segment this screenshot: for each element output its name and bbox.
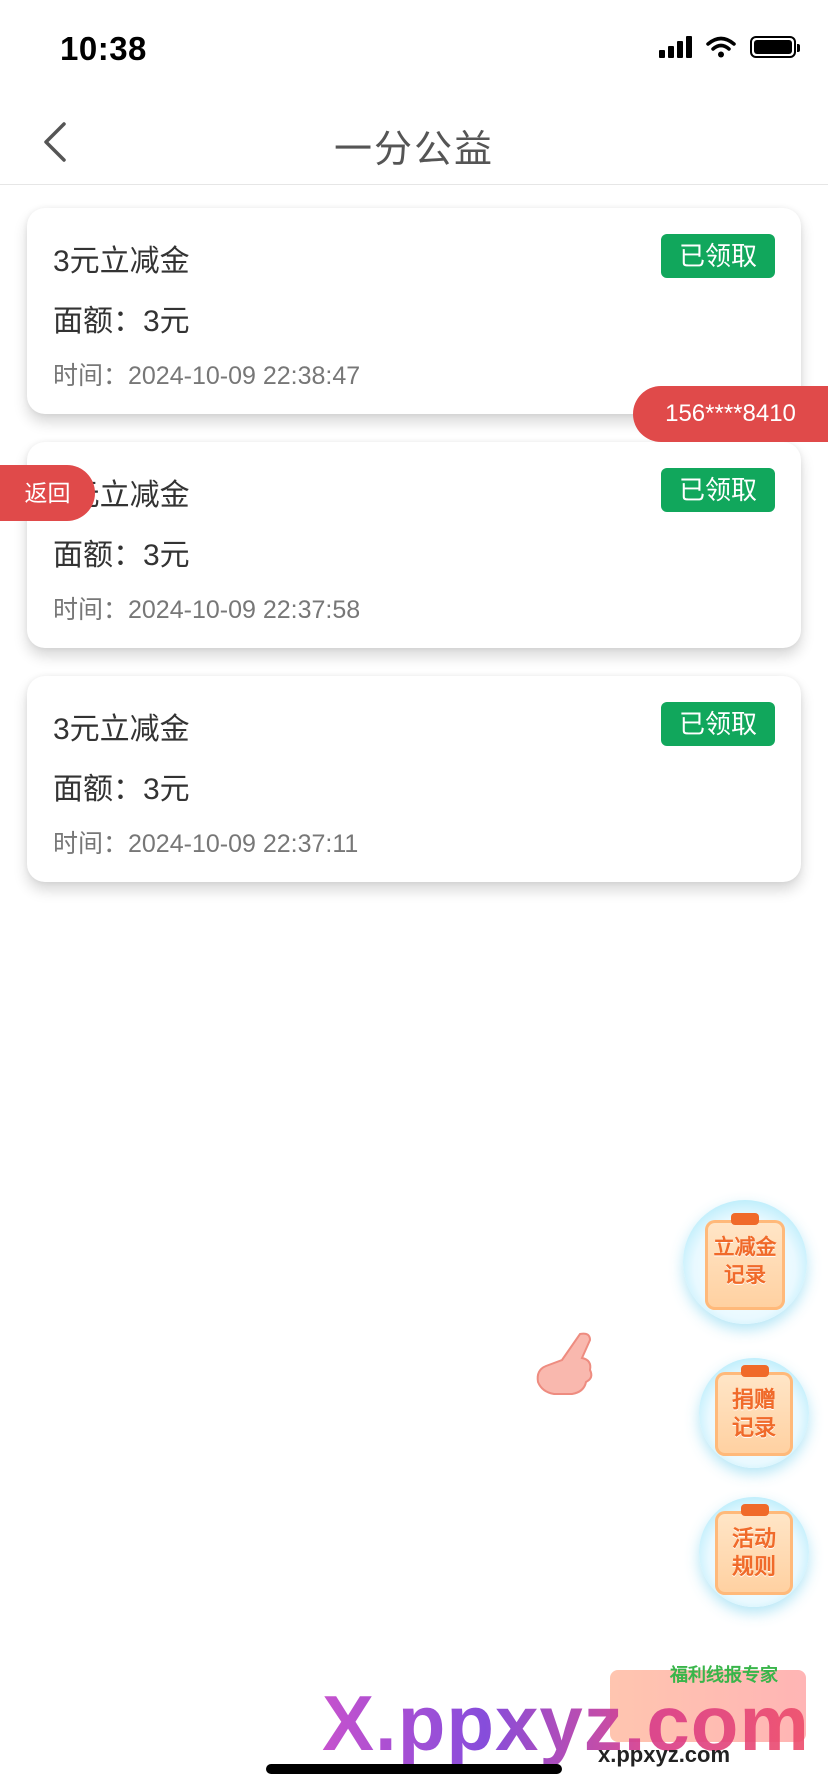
pointing-hand-icon: [536, 1332, 593, 1395]
activity-rules-label-1: 活动: [731, 1526, 776, 1551]
coupon-time: 时间：2024-10-09 22:37:11: [53, 830, 359, 858]
claimed-badge: 已领取: [660, 702, 775, 746]
navigation-bar: 一分公益: [0, 100, 828, 185]
status-time: 10:38: [60, 30, 147, 67]
status-bar: 10:38: [0, 0, 828, 100]
coupon-amount: 面额：3元: [53, 305, 190, 338]
donation-record-label-2: 记录: [731, 1415, 776, 1440]
page-title: 一分公益: [333, 129, 494, 171]
watermark-logo: X.ppxyz.com: [322, 1679, 810, 1767]
claimed-badge: 已领取: [660, 234, 775, 278]
signal-icon: [659, 36, 692, 58]
donation-record-label-1: 捐赠: [731, 1387, 776, 1412]
battery-icon: [750, 36, 800, 58]
activity-rules-button[interactable]: 活动 规则: [699, 1497, 809, 1607]
coupon-amount: 面额：3元: [53, 773, 190, 806]
wifi-icon: [706, 36, 736, 58]
coupon-amount: 面额：3元: [53, 539, 190, 572]
coupon-card[interactable]: 3元立减金 面额：3元 时间：2024-10-09 22:37:58 已领取: [27, 442, 801, 648]
activity-rules-label-2: 规则: [731, 1554, 776, 1579]
coupon-title: 3元立减金: [53, 713, 190, 746]
coupon-title: 3元立减金: [53, 245, 190, 278]
phone-number-pill[interactable]: 156****8410: [633, 386, 828, 442]
coupon-card[interactable]: 3元立减金 面额：3元 时间：2024-10-09 22:37:11 已领取: [27, 676, 801, 882]
return-button[interactable]: 返回: [0, 465, 95, 521]
watermark-url: x.ppxyz.com: [598, 1742, 731, 1767]
coupon-time: 时间：2024-10-09 22:38:47: [53, 362, 361, 390]
donation-record-button[interactable]: 捐赠 记录: [699, 1358, 809, 1468]
coupon-card[interactable]: 3元立减金 面额：3元 时间：2024-10-09 22:38:47 已领取: [27, 208, 801, 414]
claimed-badge: 已领取: [660, 468, 775, 512]
status-icons: [659, 36, 800, 58]
home-indicator[interactable]: [266, 1764, 562, 1774]
coupon-time: 时间：2024-10-09 22:37:58: [53, 596, 361, 624]
coupon-record-button[interactable]: 立减金 记录: [683, 1200, 807, 1324]
coupon-record-label-2: 记录: [724, 1264, 766, 1287]
coupon-record-label-1: 立减金: [713, 1236, 777, 1259]
